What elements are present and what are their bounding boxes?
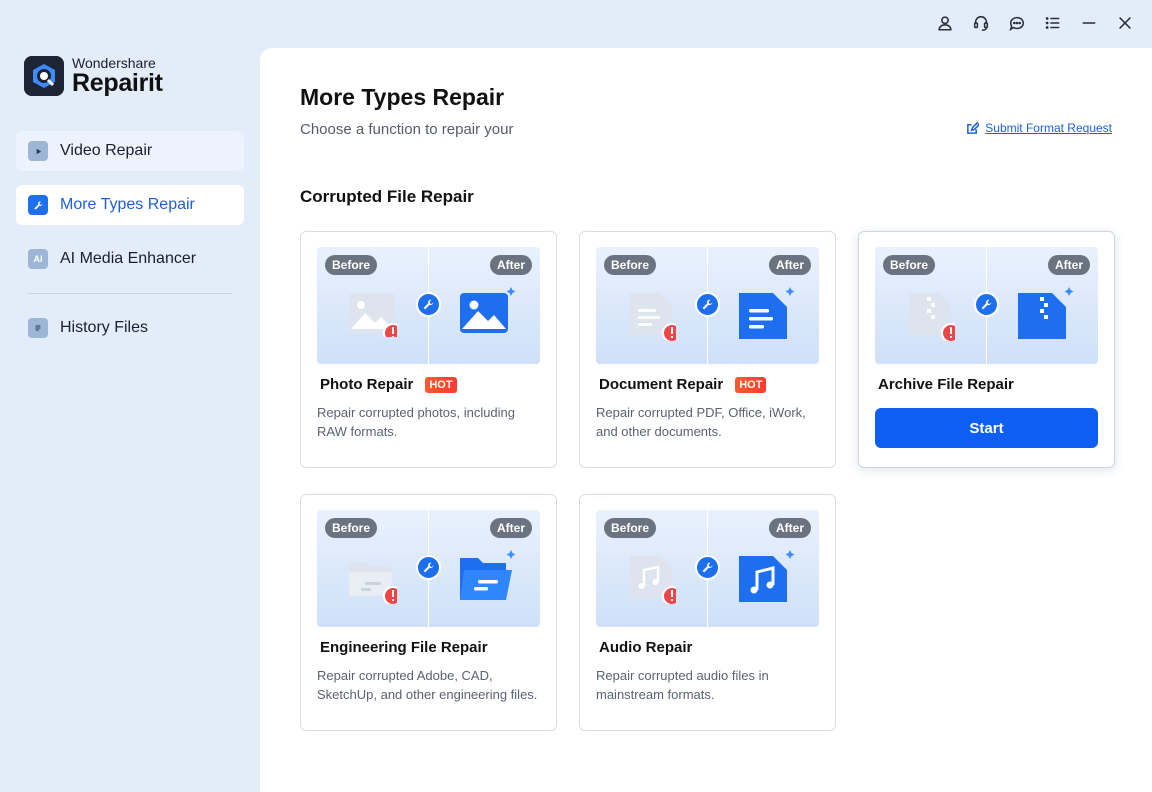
archive-file-repair-card[interactable]: Before After Archive File Repair Start [858, 231, 1115, 468]
repair-wrench-icon [416, 555, 441, 580]
audio-repair-preview: Before After [596, 510, 819, 627]
photo-icon [460, 287, 516, 333]
menu-icon[interactable] [1042, 12, 1064, 34]
document-repair-preview: Before After [596, 247, 819, 364]
audio-icon [739, 550, 795, 602]
photo-repair-preview: Before After [317, 247, 540, 364]
card-title: Engineering File Repair [320, 639, 488, 656]
main-panel: More Types Repair Choose a function to r… [260, 48, 1152, 792]
page-subtitle: Choose a function to repair your [300, 121, 514, 138]
before-label: Before [883, 255, 936, 275]
card-title-text: Archive File Repair [878, 376, 1014, 393]
card-title: Archive File Repair [878, 376, 1014, 393]
section-title: Corrupted File Repair [300, 187, 474, 206]
app-name: Repairit [72, 69, 163, 97]
submit-format-request-link[interactable]: Submit Format Request [966, 121, 1112, 135]
card-description: Repair corrupted photos, including RAW f… [317, 405, 516, 439]
audio-repair-card[interactable]: Before After Audio Repair Repair corrupt… [579, 494, 836, 731]
folder-icon [460, 550, 516, 600]
sidebar-item-history-files[interactable]: History Files [16, 308, 244, 348]
brand-name: Wondershare [72, 55, 156, 71]
before-label: Before [325, 518, 378, 538]
app-logo: Wondershare Repairit [24, 56, 163, 96]
engineering-file-repair-card[interactable]: Before After Engineering File Repair Rep… [300, 494, 557, 731]
sidebar-divider [28, 293, 232, 294]
card-title-text: Audio Repair [599, 639, 693, 656]
card-title: Photo Repair HOT [320, 376, 457, 393]
start-button[interactable]: Start [875, 408, 1098, 448]
corrupted-archive-icon [909, 293, 955, 341]
history-icon [28, 318, 48, 338]
hot-badge: HOT [425, 376, 457, 393]
photo-repair-card[interactable]: Before After Photo Repair HOT Repair cor… [300, 231, 557, 468]
after-label: After [1047, 255, 1090, 275]
card-title-text: Photo Repair [320, 376, 414, 393]
close-icon[interactable] [1114, 12, 1136, 34]
repair-wrench-icon [416, 292, 441, 317]
before-label: Before [604, 255, 657, 275]
before-label: Before [325, 255, 378, 275]
corrupted-photo-icon [349, 293, 397, 337]
repairit-logo-icon [24, 56, 64, 96]
submit-format-request-label: Submit Format Request [985, 121, 1112, 135]
repair-wrench-icon [695, 555, 720, 580]
sidebar-item-label: AI Media Enhancer [60, 250, 197, 267]
corrupted-audio-icon [630, 556, 676, 604]
card-title: Audio Repair [599, 639, 692, 656]
sidebar: Wondershare Repairit Video Repair More T… [0, 0, 260, 792]
minimize-icon[interactable] [1078, 12, 1100, 34]
card-description: Repair corrupted PDF, Office, iWork, and… [596, 405, 806, 439]
wrench-icon [28, 195, 48, 215]
before-label: Before [604, 518, 657, 538]
sidebar-item-label: History Files [60, 319, 149, 336]
repair-wrench-icon [695, 292, 720, 317]
edit-icon [967, 121, 980, 134]
card-title-text: Document Repair [599, 376, 724, 393]
sidebar-item-more-types-repair[interactable]: More Types Repair [16, 185, 244, 225]
sidebar-item-label: More Types Repair [60, 196, 195, 213]
document-icon [739, 287, 795, 339]
engineering-repair-preview: Before After [317, 510, 540, 627]
corrupted-folder-icon [349, 562, 397, 604]
page-title: More Types Repair [300, 84, 505, 110]
support-icon[interactable] [970, 12, 992, 34]
sidebar-nav: Video Repair More Types Repair AI AI Med… [16, 131, 244, 362]
archive-icon [1018, 287, 1074, 339]
after-label: After [768, 255, 811, 275]
card-description: Repair corrupted Adobe, CAD, SketchUp, a… [317, 668, 538, 702]
feedback-icon[interactable] [1006, 12, 1028, 34]
after-label: After [489, 255, 532, 275]
card-title: Document Repair HOT [599, 376, 767, 393]
card-title-text: Engineering File Repair [320, 639, 488, 656]
hot-badge: HOT [735, 376, 767, 393]
sidebar-item-video-repair[interactable]: Video Repair [16, 131, 244, 171]
sidebar-item-ai-media-enhancer[interactable]: AI AI Media Enhancer [16, 239, 244, 279]
after-label: After [489, 518, 532, 538]
corrupted-document-icon [630, 293, 676, 341]
after-label: After [768, 518, 811, 538]
account-icon[interactable] [934, 12, 956, 34]
archive-repair-preview: Before After [875, 247, 1098, 364]
repair-wrench-icon [974, 292, 999, 317]
video-icon [28, 141, 48, 161]
window-controls [934, 12, 1136, 34]
sidebar-item-label: Video Repair [60, 142, 153, 159]
document-repair-card[interactable]: Before After Document Repair HOT Repair … [579, 231, 836, 468]
ai-icon: AI [28, 249, 48, 269]
card-description: Repair corrupted audio files in mainstre… [596, 668, 769, 702]
